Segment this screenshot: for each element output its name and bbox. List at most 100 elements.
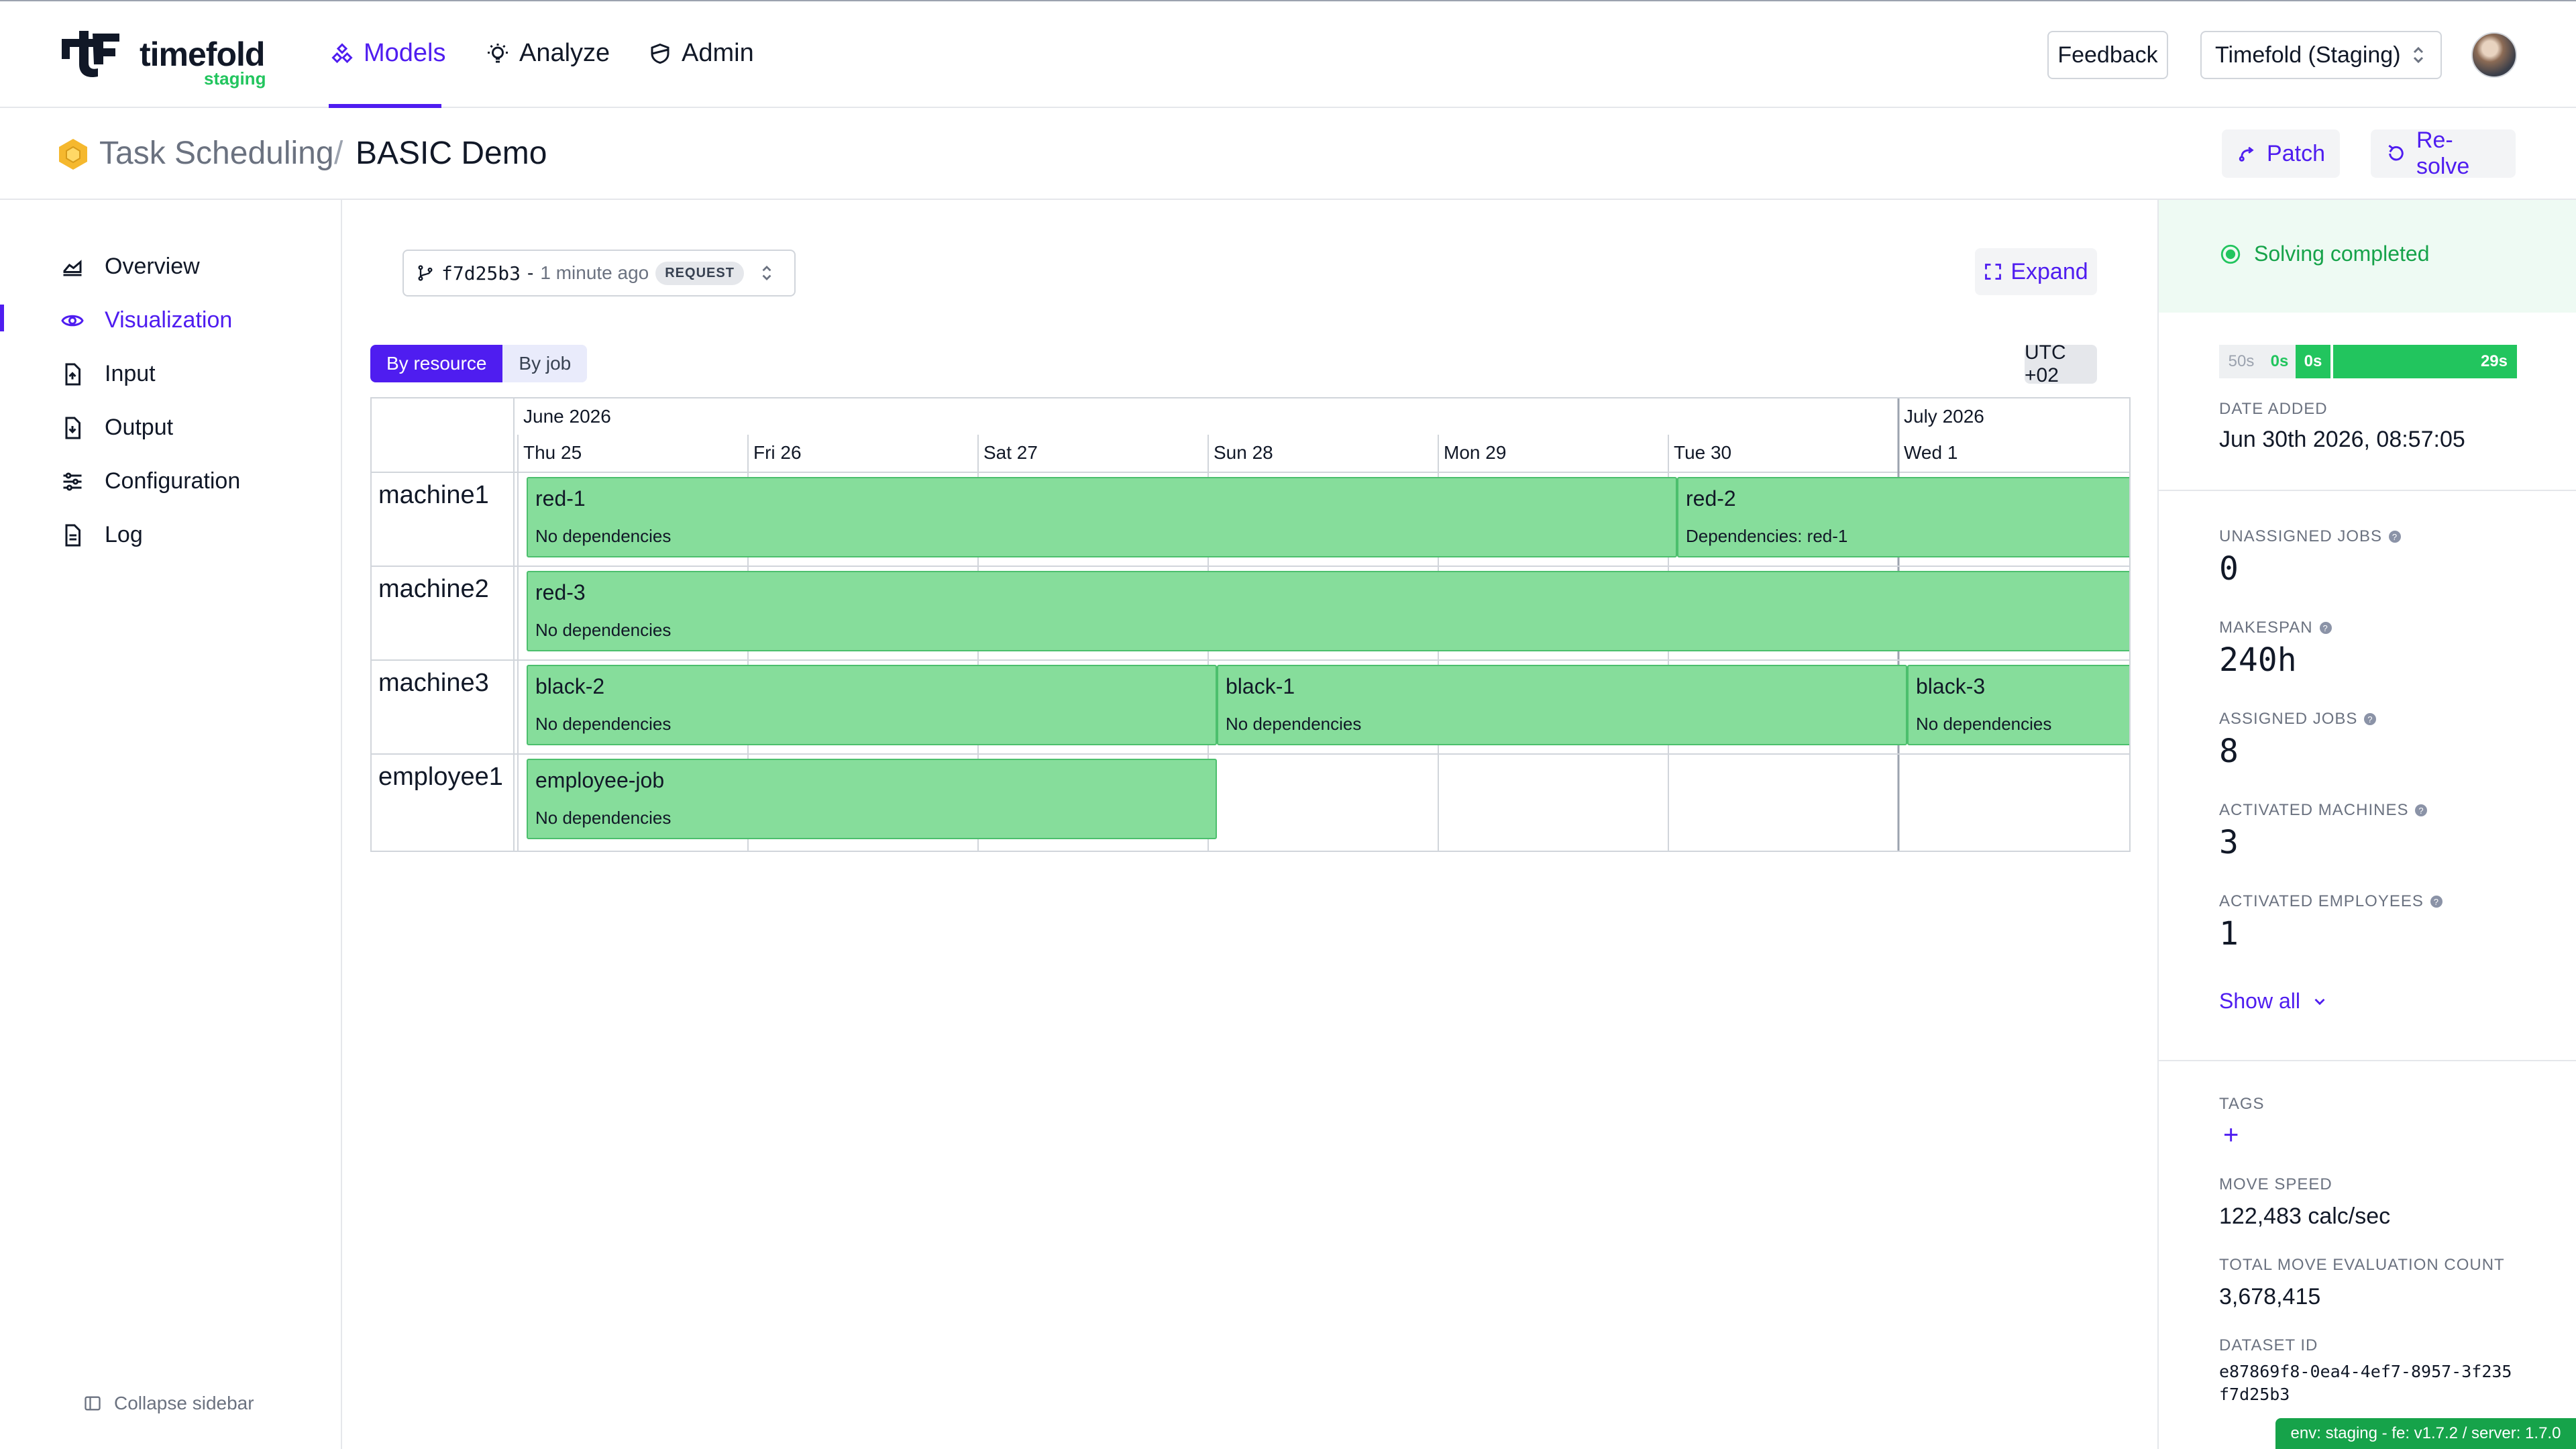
version-time: 1 minute ago <box>540 262 649 283</box>
nav-models[interactable]: Models <box>330 39 446 68</box>
patch-button[interactable]: Patch <box>2222 129 2340 178</box>
unassigned-jobs-label: UNASSIGNED JOBS? <box>2219 527 2402 546</box>
gantt-job-dependencies: No dependencies <box>535 714 671 734</box>
tenant-select[interactable]: Timefold (Staging) <box>2200 31 2442 79</box>
activated-employees-label-text: ACTIVATED EMPLOYEES <box>2219 892 2424 910</box>
timefold-logo-icon[interactable] <box>59 30 121 78</box>
timing-segment-init: 0s <box>2263 345 2296 378</box>
file-upload-icon <box>65 363 80 385</box>
sidebar-item-input[interactable]: Input <box>60 361 156 387</box>
gantt-job-name: black-1 <box>1226 674 1295 698</box>
gantt-job-name: black-3 <box>1916 674 1985 698</box>
run-details-panel: Solving completed 50s 0s 0s 29s DATE ADD… <box>2157 200 2576 1449</box>
status-box: Solving completed <box>2159 200 2576 313</box>
solve-status: Solving completed <box>2219 241 2429 266</box>
sidebar-item-output[interactable]: Output <box>60 415 173 441</box>
expand-button-label: Expand <box>2010 258 2088 284</box>
check-circle-icon <box>2220 244 2241 264</box>
gantt-job-bar <box>527 571 2129 651</box>
timing-bar: 50s 0s 0s 29s <box>2219 345 2517 378</box>
hexagon-model-icon <box>59 139 87 170</box>
sidebar-item-configuration[interactable]: Configuration <box>60 468 240 494</box>
view-toggle: By resource By job <box>370 345 588 382</box>
info-icon[interactable]: ? <box>2415 804 2428 816</box>
date-added-label: DATE ADDED <box>2219 400 2328 418</box>
assigned-jobs-label: ASSIGNED JOBS? <box>2219 710 2377 729</box>
file-download-icon <box>65 417 80 439</box>
info-icon[interactable]: ? <box>2389 531 2402 543</box>
sidebar-item-visualization[interactable]: Visualization <box>60 307 232 333</box>
version-type-badge: REQUEST <box>655 261 744 285</box>
sidebar-item-label: Output <box>105 415 174 440</box>
nav-admin[interactable]: Admin <box>648 39 754 68</box>
assigned-jobs-label-text: ASSIGNED JOBS <box>2219 710 2358 728</box>
gantt-resource-label: machine1 <box>378 481 489 509</box>
breadcrumb-bar: Task Scheduling / BASIC Demo Patch Re-so… <box>0 108 2576 200</box>
version-separator: - <box>527 262 534 283</box>
chevron-up-down-icon <box>762 265 771 281</box>
activated-employees-label: ACTIVATED EMPLOYEES? <box>2219 892 2443 911</box>
breadcrumb-parent-link[interactable]: Task Scheduling <box>99 135 334 172</box>
date-added-value: Jun 30th 2026, 08:57:05 <box>2219 427 2465 452</box>
gantt-day-label: Sun 28 <box>1214 442 1273 463</box>
collapse-sidebar-button[interactable]: Collapse sidebar <box>83 1393 254 1414</box>
gantt-job-dependencies: No dependencies <box>535 526 671 546</box>
total-moves-value: 3,678,415 <box>2219 1284 2321 1309</box>
gantt-month-label: July 2026 <box>1904 406 1984 427</box>
dataset-id-label: DATASET ID <box>2219 1336 2318 1354</box>
toggle-by-resource[interactable]: By resource <box>370 345 503 382</box>
total-moves-label: TOTAL MOVE EVALUATION COUNT <box>2219 1256 2505 1274</box>
user-avatar[interactable] <box>2471 32 2517 78</box>
timezone-badge[interactable]: UTC +02 <box>2025 341 2097 386</box>
shield-icon <box>651 43 669 64</box>
timing-segment-solving: 29s <box>2330 345 2517 378</box>
gantt-job-name: red-1 <box>535 486 586 511</box>
patch-button-label: Patch <box>2267 140 2325 166</box>
gantt-job-dependencies: No dependencies <box>1916 714 2051 734</box>
gantt-day-label: Fri 26 <box>753 442 802 463</box>
resolve-button-label: Re-solve <box>2416 127 2470 179</box>
show-all-button[interactable]: Show all <box>2219 989 2328 1014</box>
feedback-button[interactable]: Feedback <box>2047 31 2168 79</box>
chevron-down-icon <box>2314 998 2325 1005</box>
gantt-chart: June 2026 July 2026 Thu 25 Fri 26 Sat 27 Sun … <box>370 397 2131 852</box>
sidebar-collapse-icon <box>85 1396 101 1411</box>
nav-admin-label: Admin <box>682 39 754 67</box>
activated-machines-label-text: ACTIVATED MACHINES <box>2219 801 2409 819</box>
toggle-by-job[interactable]: By job <box>502 345 588 382</box>
collapse-sidebar-label: Collapse sidebar <box>114 1393 254 1413</box>
brand-environment: staging <box>204 68 266 89</box>
version-select[interactable]: f7d25b3 - 1 minute ago REQUEST <box>402 250 796 297</box>
timing-segment-start: 0s <box>2296 345 2330 378</box>
environment-badge: env: staging - fe: v1.7.2 / server: 1.7.… <box>2275 1418 2576 1449</box>
sidebar-item-label: Input <box>105 361 156 386</box>
gantt-job-name: red-2 <box>1686 486 1736 511</box>
assigned-jobs-value: 8 <box>2219 733 2239 770</box>
info-icon[interactable]: ? <box>2319 622 2332 634</box>
sidebar-item-overview[interactable]: Overview <box>60 254 200 280</box>
file-text-icon <box>65 524 80 546</box>
refresh-icon <box>2388 144 2404 161</box>
gantt-day-label: Thu 25 <box>523 442 582 463</box>
tenant-select-value: Timefold (Staging) <box>2215 42 2401 68</box>
eye-icon <box>61 315 84 326</box>
sidebar-item-log[interactable]: Log <box>60 522 143 548</box>
sidebar-active-indicator <box>0 305 4 331</box>
breadcrumb-separator: / <box>334 136 343 171</box>
gantt-job-name: red-3 <box>535 580 586 604</box>
page-title: BASIC Demo <box>356 136 547 171</box>
add-tag-button[interactable]: + <box>2223 1120 2239 1150</box>
expand-button[interactable]: Expand <box>1975 248 2097 295</box>
gantt-resource-label: employee1 <box>378 763 503 791</box>
gantt-job-dependencies: Dependencies: red-1 <box>1686 526 1847 546</box>
version-hash: f7d25b3 <box>441 262 521 284</box>
gantt-month-label: June 2026 <box>523 406 611 427</box>
unassigned-jobs-label-text: UNASSIGNED JOBS <box>2219 527 2383 545</box>
resolve-button[interactable]: Re-solve <box>2371 127 2516 179</box>
info-icon[interactable]: ? <box>2364 713 2377 725</box>
chart-area-icon <box>63 259 82 276</box>
sidebar-item-label: Log <box>105 522 143 547</box>
nav-models-label: Models <box>364 39 446 67</box>
info-icon[interactable]: ? <box>2430 896 2443 908</box>
nav-analyze[interactable]: Analyze <box>486 39 610 68</box>
